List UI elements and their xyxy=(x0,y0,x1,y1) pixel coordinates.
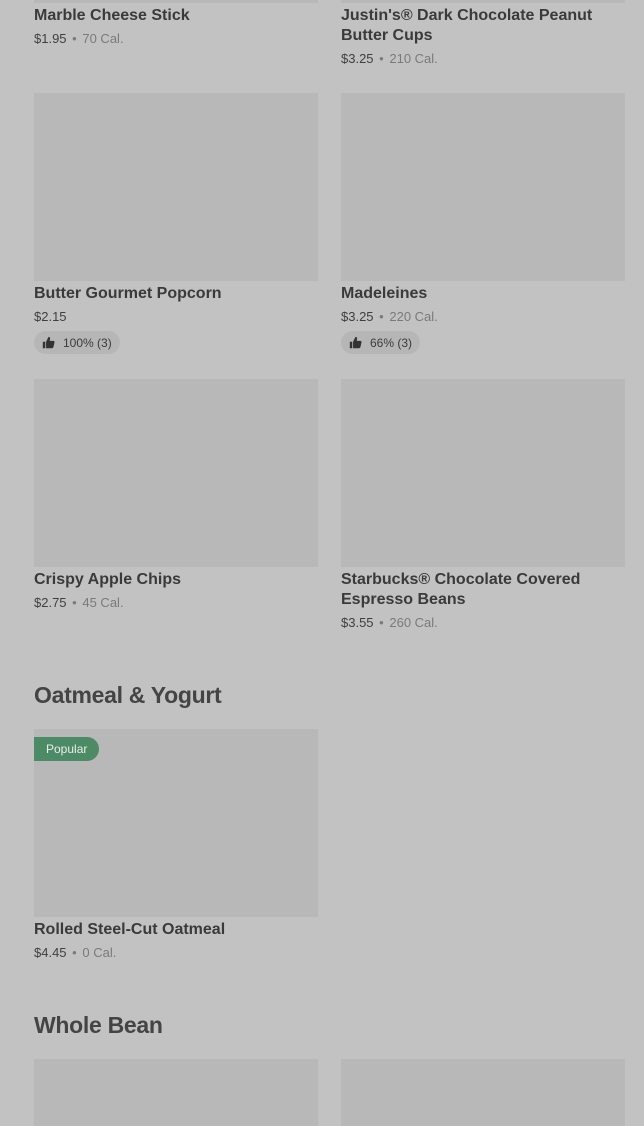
separator: • xyxy=(72,31,77,46)
product-meta: $2.15 xyxy=(34,308,67,326)
product-price: $1.95 xyxy=(34,31,67,46)
product-image[interactable] xyxy=(341,93,625,281)
product-meta: $3.25 • 220 Cal. xyxy=(341,308,438,326)
product-image[interactable] xyxy=(34,0,318,3)
product-calories: 210 Cal. xyxy=(389,51,438,66)
product-name[interactable]: Starbucks® Chocolate Covered Espresso Be… xyxy=(341,570,625,610)
product-image[interactable] xyxy=(341,379,625,567)
product-meta: $4.45 • 0 Cal. xyxy=(34,944,116,962)
rating-text: 100% (3) xyxy=(63,335,112,350)
separator: • xyxy=(379,309,384,324)
rating-badge: 66% (3) xyxy=(341,331,421,354)
product-meta: $3.55 • 260 Cal. xyxy=(341,614,438,632)
popular-badge: Popular xyxy=(34,737,100,761)
rating-text: 66% (3) xyxy=(370,335,413,350)
product-calories: 260 Cal. xyxy=(389,615,438,630)
section-title-oatmeal: Oatmeal & Yogurt xyxy=(34,682,222,708)
product-image[interactable] xyxy=(341,0,625,3)
product-price: $3.25 xyxy=(341,51,374,66)
separator: • xyxy=(72,945,77,960)
product-image[interactable] xyxy=(34,379,318,567)
product-name[interactable]: Crispy Apple Chips xyxy=(34,570,318,590)
product-image[interactable] xyxy=(34,1059,318,1126)
product-name[interactable]: Rolled Steel-Cut Oatmeal xyxy=(34,920,318,940)
separator: • xyxy=(72,595,77,610)
product-calories: 45 Cal. xyxy=(82,595,124,610)
section-title-whole-bean: Whole Bean xyxy=(34,1012,163,1038)
product-price: $3.25 xyxy=(341,309,374,324)
product-price: $2.75 xyxy=(34,595,67,610)
product-meta: $3.25 • 210 Cal. xyxy=(341,50,438,68)
thumbs-up-icon xyxy=(349,336,362,349)
product-image[interactable] xyxy=(341,1059,625,1126)
product-calories: 0 Cal. xyxy=(82,945,117,960)
product-calories: 70 Cal. xyxy=(82,31,124,46)
separator: • xyxy=(379,51,384,66)
product-meta: $1.95 • 70 Cal. xyxy=(34,30,124,48)
product-name[interactable]: Madeleines xyxy=(341,284,625,304)
product-name[interactable]: Butter Gourmet Popcorn xyxy=(34,284,318,304)
product-meta: $2.75 • 45 Cal. xyxy=(34,594,124,612)
product-calories: 220 Cal. xyxy=(389,309,438,324)
product-price: $4.45 xyxy=(34,945,67,960)
product-name[interactable]: Marble Cheese Stick xyxy=(34,6,318,26)
product-price: $3.55 xyxy=(341,615,374,630)
separator: • xyxy=(379,615,384,630)
product-price: $2.15 xyxy=(34,309,67,324)
product-image[interactable] xyxy=(34,93,318,281)
thumbs-up-icon xyxy=(42,336,55,349)
rating-badge: 100% (3) xyxy=(34,331,120,354)
product-name[interactable]: Justin's® Dark Chocolate Peanut Butter C… xyxy=(341,6,625,46)
